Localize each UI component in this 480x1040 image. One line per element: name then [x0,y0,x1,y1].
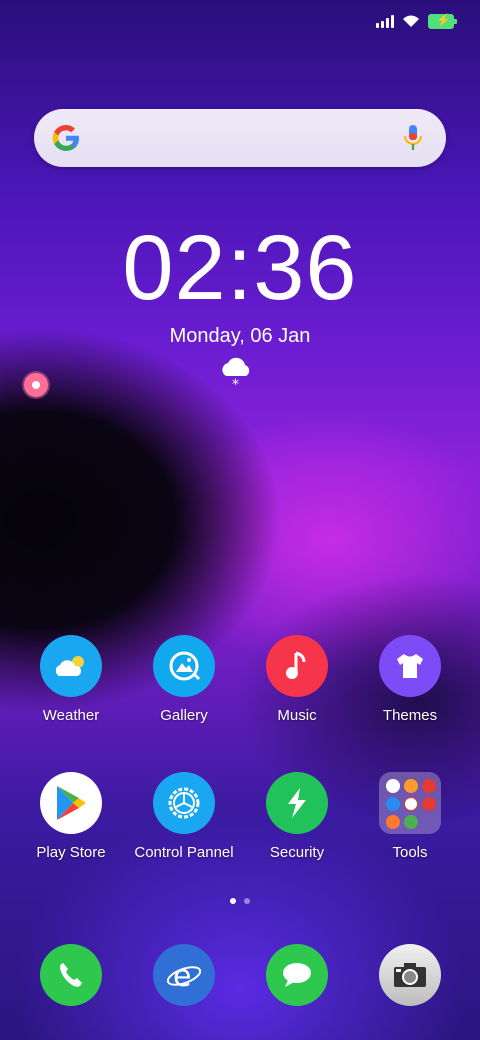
dock-browser[interactable]: e [124,944,244,1006]
app-tools-folder[interactable]: Tools [350,772,470,861]
clock-date[interactable]: Monday, 06 Jan [0,325,480,348]
themes-icon[interactable] [379,635,441,697]
browser-icon[interactable]: e [153,944,215,1006]
snow-cloud-icon[interactable]: * [217,354,255,390]
battery-charging-icon: ⚡ [428,13,457,29]
tools-folder-icon[interactable] [379,772,441,834]
wifi-icon [403,15,419,27]
app-security[interactable]: Security [237,772,357,861]
dock-camera[interactable] [350,944,470,1006]
dock-phone[interactable] [11,944,131,1006]
play-store-icon[interactable] [40,772,102,834]
control-panel-icon[interactable] [153,772,215,834]
app-weather[interactable]: Weather [11,635,131,724]
google-logo-icon[interactable] [50,122,82,154]
gallery-icon[interactable] [153,635,215,697]
app-label: Gallery [160,707,208,724]
svg-text:e: e [173,959,191,992]
phone-icon[interactable] [40,944,102,1006]
security-icon[interactable] [266,772,328,834]
app-label: Themes [382,707,438,724]
app-label: Tools [392,844,428,861]
microphone-icon[interactable] [402,123,424,153]
app-label: Play Store [36,844,106,861]
app-gallery[interactable]: Gallery [124,635,244,724]
weather-icon[interactable] [40,635,102,697]
app-label: Security [269,844,325,861]
app-control-panel[interactable]: Control Pannel [124,772,244,861]
page-indicator [0,898,480,904]
messages-icon[interactable] [266,944,328,1006]
signal-icon [376,14,394,28]
status-bar: ⚡ [376,10,457,32]
music-icon[interactable] [266,635,328,697]
app-label: Music [277,707,317,724]
app-label: Weather [42,707,100,724]
camera-icon[interactable] [379,944,441,1006]
dock-messages[interactable] [237,944,357,1006]
app-play-store[interactable]: Play Store [11,772,131,861]
clock-time[interactable]: 02:36 [0,216,480,321]
search-bar[interactable] [34,109,446,167]
page-dot-2[interactable] [244,898,250,904]
floating-assist-button[interactable] [24,373,48,397]
app-themes[interactable]: Themes [350,635,470,724]
svg-text:*: * [232,377,239,390]
app-music[interactable]: Music [237,635,357,724]
app-label: Control Pannel [134,844,234,861]
page-dot-1[interactable] [230,898,236,904]
